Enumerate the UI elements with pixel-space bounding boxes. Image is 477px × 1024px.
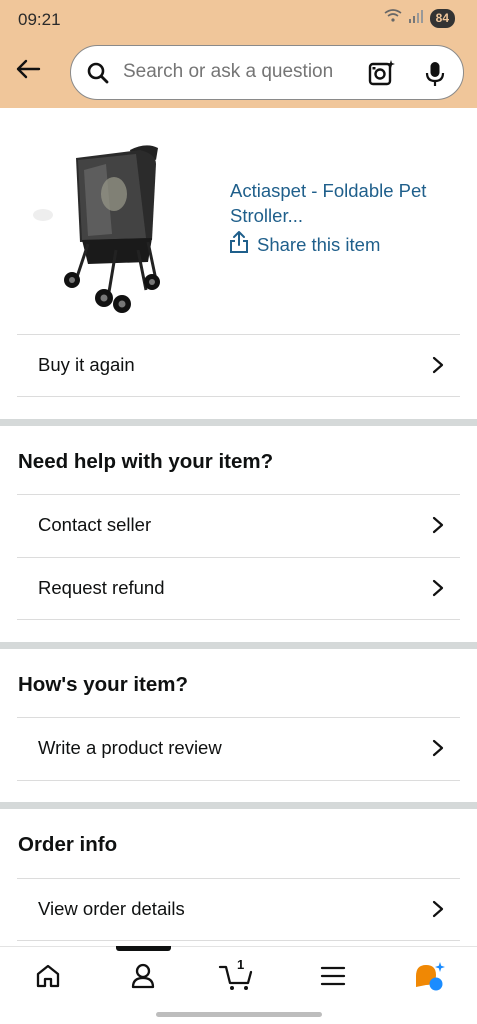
chevron-right-icon — [432, 516, 444, 539]
product-summary[interactable]: Actiaspet - Foldable Pet Stroller... Sha… — [0, 110, 477, 334]
section-separator — [0, 802, 477, 809]
search-bar[interactable] — [70, 45, 464, 100]
hows-item-heading: How's your item? — [18, 673, 189, 696]
write-review-row[interactable]: Write a product review — [17, 717, 460, 779]
nav-home[interactable] — [28, 961, 68, 995]
chevron-right-icon — [432, 579, 444, 602]
microphone-icon[interactable] — [424, 60, 446, 93]
view-order-details-row[interactable]: View order details — [17, 878, 460, 940]
share-icon — [229, 230, 249, 259]
divider — [17, 780, 460, 781]
chevron-right-icon — [432, 900, 444, 923]
profile-icon — [130, 962, 156, 995]
divider — [17, 940, 460, 941]
chevron-right-icon — [432, 356, 444, 379]
view-order-details-label: View order details — [38, 898, 185, 919]
rufus-icon — [412, 960, 446, 997]
wifi-icon — [384, 9, 402, 28]
menu-icon — [320, 965, 346, 992]
contact-seller-row[interactable]: Contact seller — [17, 494, 460, 556]
home-icon — [35, 963, 61, 994]
cart-count: 1 — [237, 957, 245, 972]
buy-it-again-label: Buy it again — [38, 354, 135, 375]
product-title-link[interactable]: Actiaspet - Foldable Pet Stroller... — [230, 178, 460, 228]
order-info-heading: Order info — [18, 833, 118, 856]
arrow-left-icon — [15, 59, 41, 84]
share-label: Share this item — [257, 233, 381, 255]
app-header: 09:21 84 — [0, 0, 477, 108]
battery-badge: 84 — [429, 9, 455, 28]
divider — [17, 396, 460, 397]
share-item-link[interactable]: Share this item — [229, 230, 380, 259]
section-separator — [0, 419, 477, 426]
write-review-label: Write a product review — [38, 737, 222, 758]
status-time: 09:21 — [18, 10, 61, 29]
need-help-heading: Need help with your item? — [18, 450, 274, 473]
product-image[interactable] — [28, 130, 178, 320]
active-tab-indicator — [116, 946, 171, 951]
search-icon — [86, 61, 110, 90]
divider — [17, 619, 460, 620]
request-refund-label: Request refund — [38, 577, 165, 598]
status-icons: 84 — [384, 9, 455, 28]
nav-rufus[interactable] — [409, 961, 449, 995]
section-separator — [0, 642, 477, 649]
nav-profile[interactable] — [123, 961, 163, 995]
nav-menu[interactable] — [313, 961, 353, 995]
buy-it-again-row[interactable]: Buy it again — [17, 334, 460, 396]
signal-icon — [408, 9, 424, 28]
request-refund-row[interactable]: Request refund — [17, 557, 460, 619]
search-input[interactable] — [123, 46, 363, 98]
contact-seller-label: Contact seller — [38, 514, 152, 535]
back-button[interactable] — [10, 56, 46, 86]
camera-lens-icon[interactable] — [367, 59, 395, 92]
system-home-handle[interactable] — [156, 1012, 322, 1017]
chevron-right-icon — [432, 739, 444, 762]
